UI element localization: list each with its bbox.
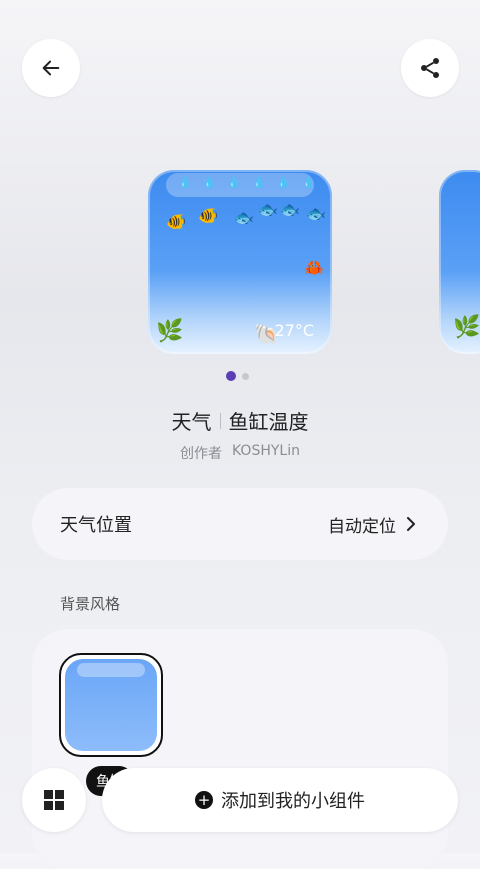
style-option-aquarium[interactable] (59, 653, 163, 757)
widget-title-category: 天气 (171, 410, 212, 434)
plus-circle-icon: + (195, 791, 213, 809)
crab-icon: 🦀 (304, 258, 324, 277)
style-thumb-shine (77, 663, 145, 677)
grid-icon (44, 790, 64, 810)
title-divider (219, 412, 221, 429)
page-dot-active (226, 371, 236, 381)
page-dot (242, 372, 249, 380)
widget-preview-next[interactable]: 🌿 (439, 170, 480, 354)
add-to-my-widgets-button[interactable]: + 添加到我的小组件 (102, 768, 458, 832)
weather-location-value: 自动定位 (328, 512, 416, 537)
weather-location-label: 天气位置 (60, 515, 132, 536)
author-label: 创作者 (180, 446, 223, 462)
widget-grid-button[interactable] (22, 768, 86, 832)
widget-title: 天气 鱼缸温度 (0, 406, 480, 435)
share-button[interactable] (401, 39, 459, 97)
blue-fish-icon: 🐟 (306, 204, 326, 223)
weather-location-row[interactable]: 天气位置 自动定位 (32, 488, 448, 560)
weather-location-value-text: 自动定位 (328, 516, 396, 537)
temperature-text: 27°C (274, 321, 314, 340)
style-thumb-preview (65, 659, 157, 751)
bottom-action-bar: + 添加到我的小组件 (0, 768, 480, 832)
arrow-left-icon (42, 60, 60, 76)
background-style-label: 背景风格 (60, 595, 121, 613)
blue-fish-icon: 🐟 (258, 200, 278, 219)
widget-preview[interactable]: 💧💧💧💧💧💧💧 🐠 🐠 🐟 🐟 🐟 🐟 🦀 🌿 🐚 27°C (148, 170, 332, 354)
seaweed-icon: 🌿 (156, 319, 184, 344)
orange-fish-icon: 🐠 (198, 206, 218, 225)
orange-fish-icon: 🐠 (166, 212, 186, 231)
rain-drops: 💧💧💧💧💧💧💧 (178, 176, 332, 189)
author-name: KOSHYLin (232, 443, 300, 459)
widget-title-name: 鱼缸温度 (228, 410, 309, 434)
seaweed-icon: 🌿 (453, 315, 480, 340)
blue-fish-icon: 🐟 (280, 200, 300, 219)
author-line: 创作者 KOSHYLin (0, 443, 480, 463)
add-to-my-widgets-label: 添加到我的小组件 (221, 791, 365, 812)
chevron-right-icon (407, 517, 415, 531)
back-button[interactable] (22, 39, 80, 97)
page-indicator (226, 371, 249, 381)
blue-fish-icon: 🐟 (234, 208, 254, 227)
share-icon (421, 58, 439, 78)
